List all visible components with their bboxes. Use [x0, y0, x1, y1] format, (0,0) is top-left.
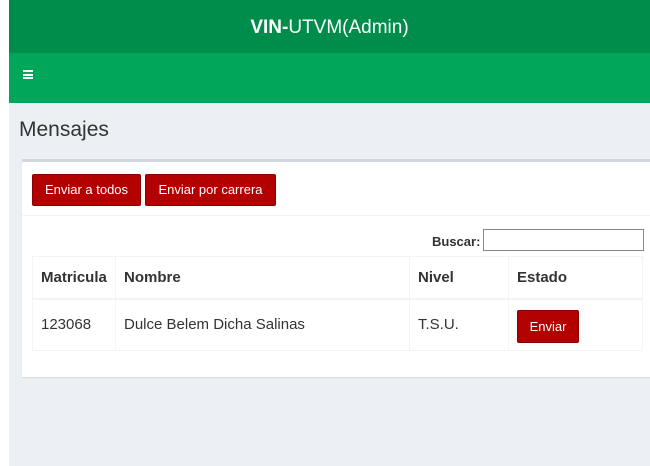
messages-panel: Enviar a todos Enviar por carrera Buscar… [22, 159, 650, 377]
toolbar-divider [22, 215, 650, 216]
nav-bar [9, 53, 650, 103]
students-table: Matricula Nombre Nivel Estado 123068 Dul… [32, 256, 643, 351]
search-input[interactable] [483, 229, 644, 251]
brand-name: UTVM(Admin) [288, 17, 409, 38]
cell-nombre: Dulce Belem Dicha Salinas [115, 298, 410, 351]
column-header-estado[interactable]: Estado [508, 256, 643, 300]
cell-nivel: T.S.U. [409, 298, 509, 351]
cell-matricula: 123068 [32, 298, 116, 351]
column-header-nombre[interactable]: Nombre [115, 256, 410, 300]
table-header-row: Matricula Nombre Nivel Estado [32, 256, 643, 300]
app-page: VIN-UTVM(Admin) Mensajes Enviar a todos … [9, 0, 650, 466]
brand-prefix: VIN- [250, 17, 289, 38]
page-title: Mensajes [19, 118, 109, 141]
table-row: 123068 Dulce Belem Dicha Salinas T.S.U. … [32, 298, 643, 351]
send-all-button[interactable]: Enviar a todos [32, 174, 141, 206]
column-header-nivel[interactable]: Nivel [409, 256, 509, 300]
title-bar: VIN-UTVM(Admin) [9, 0, 650, 53]
search-label: Buscar: [432, 234, 481, 249]
cell-estado: Enviar [508, 298, 643, 351]
column-header-matricula[interactable]: Matricula [32, 256, 116, 300]
send-by-career-button[interactable]: Enviar por carrera [145, 174, 276, 206]
hamburger-icon[interactable] [23, 70, 33, 79]
send-message-button[interactable]: Enviar [517, 310, 579, 344]
